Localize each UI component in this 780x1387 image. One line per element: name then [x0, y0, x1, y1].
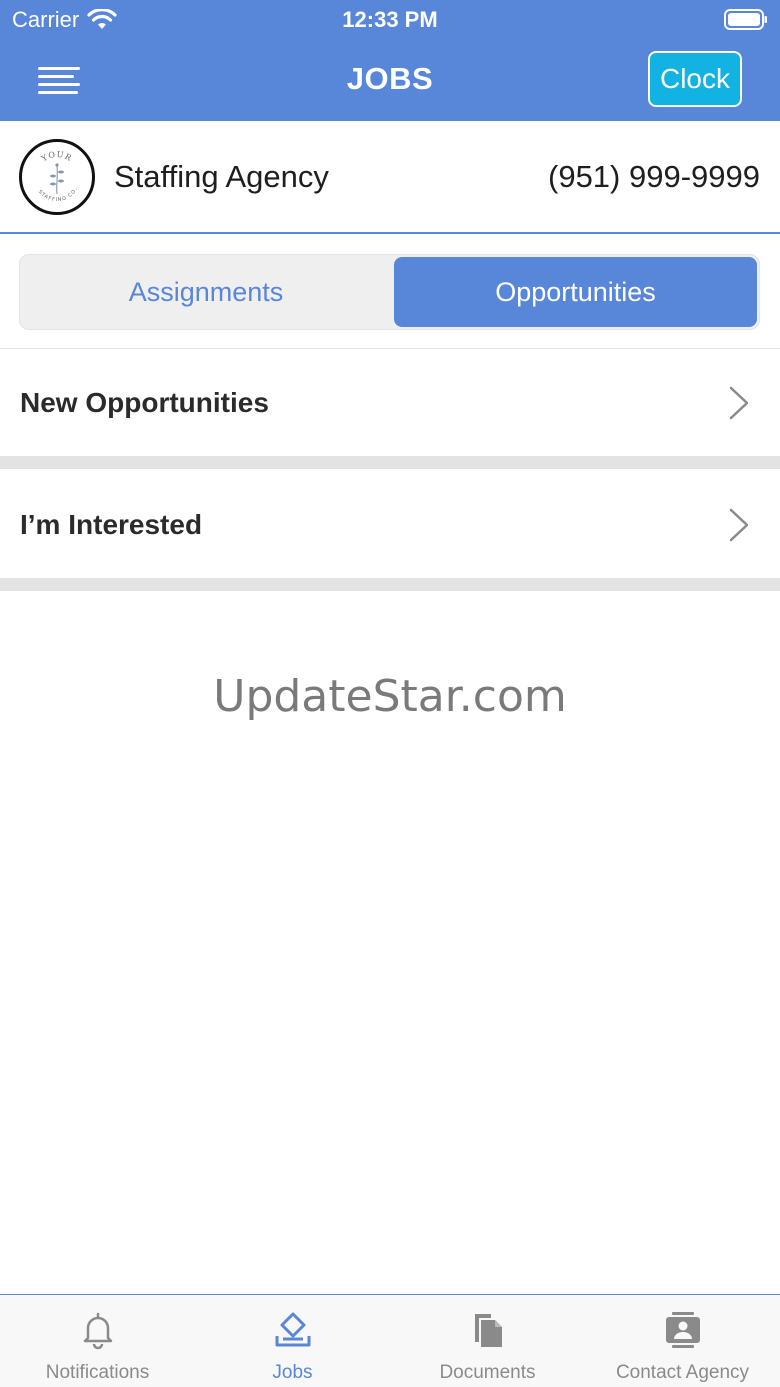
navigation-bar: JOBS Clock: [0, 40, 780, 121]
tab-jobs[interactable]: Jobs: [195, 1295, 390, 1387]
status-time: 12:33 PM: [342, 7, 438, 32]
svg-text:STAFFING CO.: STAFFING CO.: [37, 186, 79, 203]
agency-info-bar: YOUR STAFFING CO. Staffing Agency (951) …: [0, 121, 780, 234]
contact-card-icon: [665, 1312, 700, 1348]
battery-icon: [724, 9, 767, 30]
section-separator: [0, 456, 780, 469]
bell-icon: [83, 1312, 112, 1350]
tab-label: Jobs: [272, 1362, 313, 1383]
tab-notifications[interactable]: Notifications: [0, 1295, 195, 1387]
status-bar: Carrier 12:33 PM: [0, 0, 780, 40]
tab-contact-agency[interactable]: Contact Agency: [585, 1295, 780, 1387]
agency-phone[interactable]: (951) 999-9999: [548, 159, 760, 195]
list-item-label: I’m Interested: [20, 508, 203, 540]
watermark-text: UpdateStar.com: [213, 671, 567, 722]
tab-label: Documents: [439, 1362, 536, 1383]
chevron-right-icon: [729, 386, 749, 420]
list-item-new-opportunities[interactable]: New Opportunities: [0, 349, 780, 456]
agency-name: Staffing Agency: [114, 159, 329, 194]
section-separator: [0, 578, 780, 591]
svg-text:YOUR: YOUR: [39, 150, 74, 164]
jobs-icon: [275, 1312, 310, 1347]
bottom-tab-bar: Notifications Jobs Documents Contact Age…: [0, 1294, 780, 1387]
tab-documents[interactable]: Documents: [390, 1295, 585, 1387]
app-header: Carrier 12:33 PM JOBS Clock: [0, 0, 780, 121]
tab-label: Notifications: [45, 1362, 150, 1383]
segment-opportunities[interactable]: Opportunities: [394, 257, 757, 327]
list-item-im-interested[interactable]: I’m Interested: [0, 471, 780, 578]
logo-emblem-icon: YOUR STAFFING CO.: [37, 150, 79, 203]
agency-logo: YOUR STAFFING CO.: [19, 139, 95, 215]
segment-assignments[interactable]: Assignments: [22, 257, 390, 327]
chevron-right-icon: [729, 508, 749, 542]
documents-icon: [474, 1314, 502, 1347]
tab-label: Contact Agency: [615, 1362, 750, 1383]
clock-button[interactable]: Clock: [648, 51, 742, 107]
list-item-label: New Opportunities: [20, 386, 269, 418]
jobs-segmented-control: Assignments Opportunities: [19, 254, 760, 330]
